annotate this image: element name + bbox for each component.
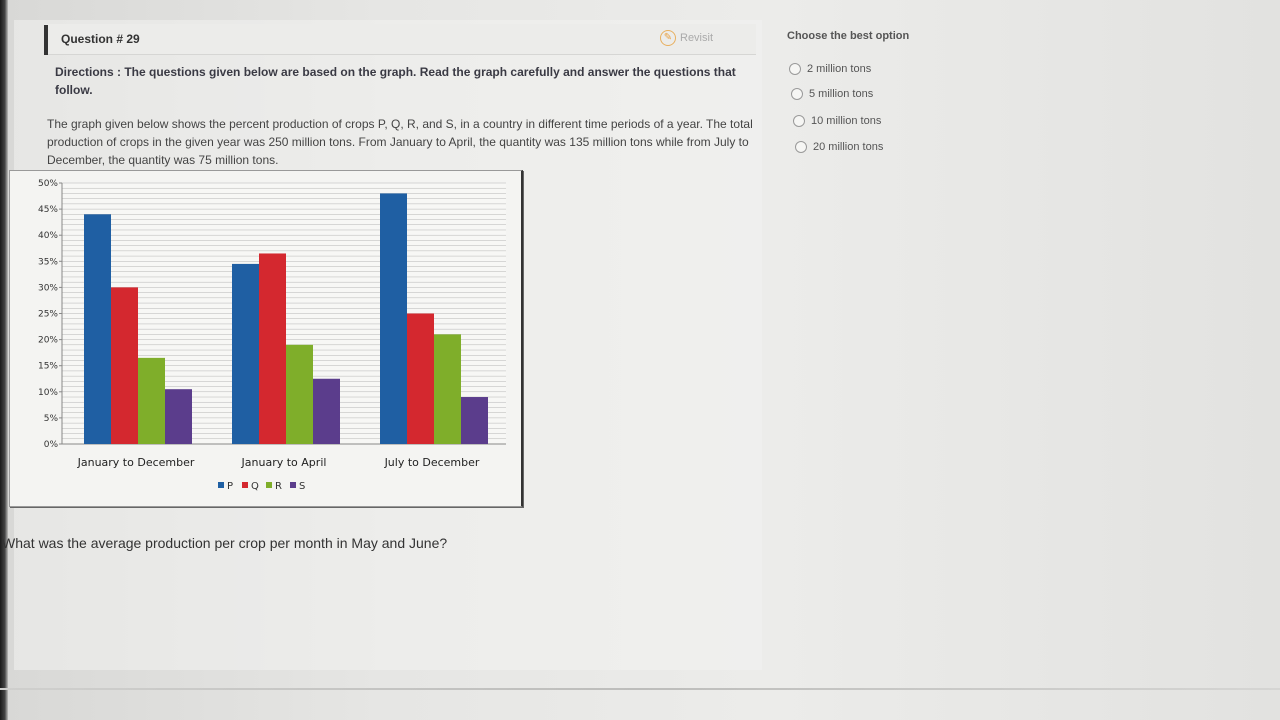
legend-swatch-s [290, 482, 296, 488]
x-category-label: January to December [77, 456, 195, 469]
bar-chart: 0% 5% 10% 15% 20% 25% 30% 35% 40% 45% 50% January t… [9, 170, 523, 507]
bar-r [434, 334, 461, 444]
directions-text: Directions : The questions given below a… [55, 65, 736, 97]
option-3[interactable]: 10 million tons [793, 115, 881, 127]
option-label: 2 million tons [807, 63, 872, 75]
y-tick-label: 35% [38, 257, 58, 267]
bar-r [138, 357, 165, 444]
option-label: 20 million tons [813, 141, 884, 153]
legend-label-r: R [275, 481, 282, 492]
y-tick-label: 30% [38, 283, 58, 293]
y-tick-label: 40% [38, 231, 58, 241]
option-4[interactable]: 20 million tons [795, 141, 883, 153]
revisit-label: Revisit [680, 32, 714, 44]
options-header: Choose the best option [787, 30, 910, 42]
y-tick-label: 15% [38, 362, 58, 372]
y-tick-label: 0% [44, 440, 59, 450]
bar-q [407, 313, 434, 444]
y-tick-label: 25% [38, 310, 58, 320]
pencil-icon: ✎ [660, 30, 676, 46]
legend-label-p: P [227, 481, 233, 492]
y-tick-label: 5% [44, 414, 59, 424]
legend-swatch-p [218, 482, 224, 488]
option-label: 10 million tons [811, 115, 882, 127]
option-label: 5 million tons [809, 88, 874, 100]
x-category-label: July to December [384, 456, 480, 469]
bar-s [165, 389, 192, 444]
bar-r [286, 344, 313, 444]
revisit-button[interactable]: ✎ Revisit [660, 30, 713, 46]
chart-svg: 0% 5% 10% 15% 20% 25% 30% 35% 40% 45% 50% January t… [38, 179, 506, 492]
radio-button[interactable] [791, 88, 803, 100]
bar-p [84, 214, 111, 444]
question-text: What was the average production per crop… [2, 535, 448, 551]
header-marker [44, 25, 48, 55]
question-number: Question # 29 [61, 32, 140, 46]
bar-p [232, 263, 259, 444]
radio-button[interactable] [795, 141, 807, 153]
bar-s [313, 378, 340, 444]
radio-button[interactable] [789, 63, 801, 75]
bar-s [461, 397, 488, 444]
screen-bezel [0, 0, 8, 720]
radio-button[interactable] [793, 115, 805, 127]
legend-label-s: S [299, 481, 305, 492]
legend-swatch-r [266, 482, 272, 488]
option-2[interactable]: 5 million tons [791, 88, 873, 100]
y-tick-label: 50% [38, 179, 58, 189]
option-1[interactable]: 2 million tons [789, 63, 871, 75]
legend-swatch-q [242, 482, 248, 488]
screen-divider [0, 688, 1280, 690]
legend-label-q: Q [251, 481, 259, 492]
question-header [44, 24, 756, 55]
question-description: The graph given below shows the percent … [47, 117, 753, 167]
y-tick-label: 10% [38, 388, 58, 398]
bar-q [259, 253, 286, 444]
y-tick-label: 20% [38, 336, 58, 346]
bar-q [111, 287, 138, 444]
y-tick-label: 45% [38, 205, 58, 215]
x-category-label: January to April [241, 456, 327, 469]
bar-p [380, 193, 407, 444]
